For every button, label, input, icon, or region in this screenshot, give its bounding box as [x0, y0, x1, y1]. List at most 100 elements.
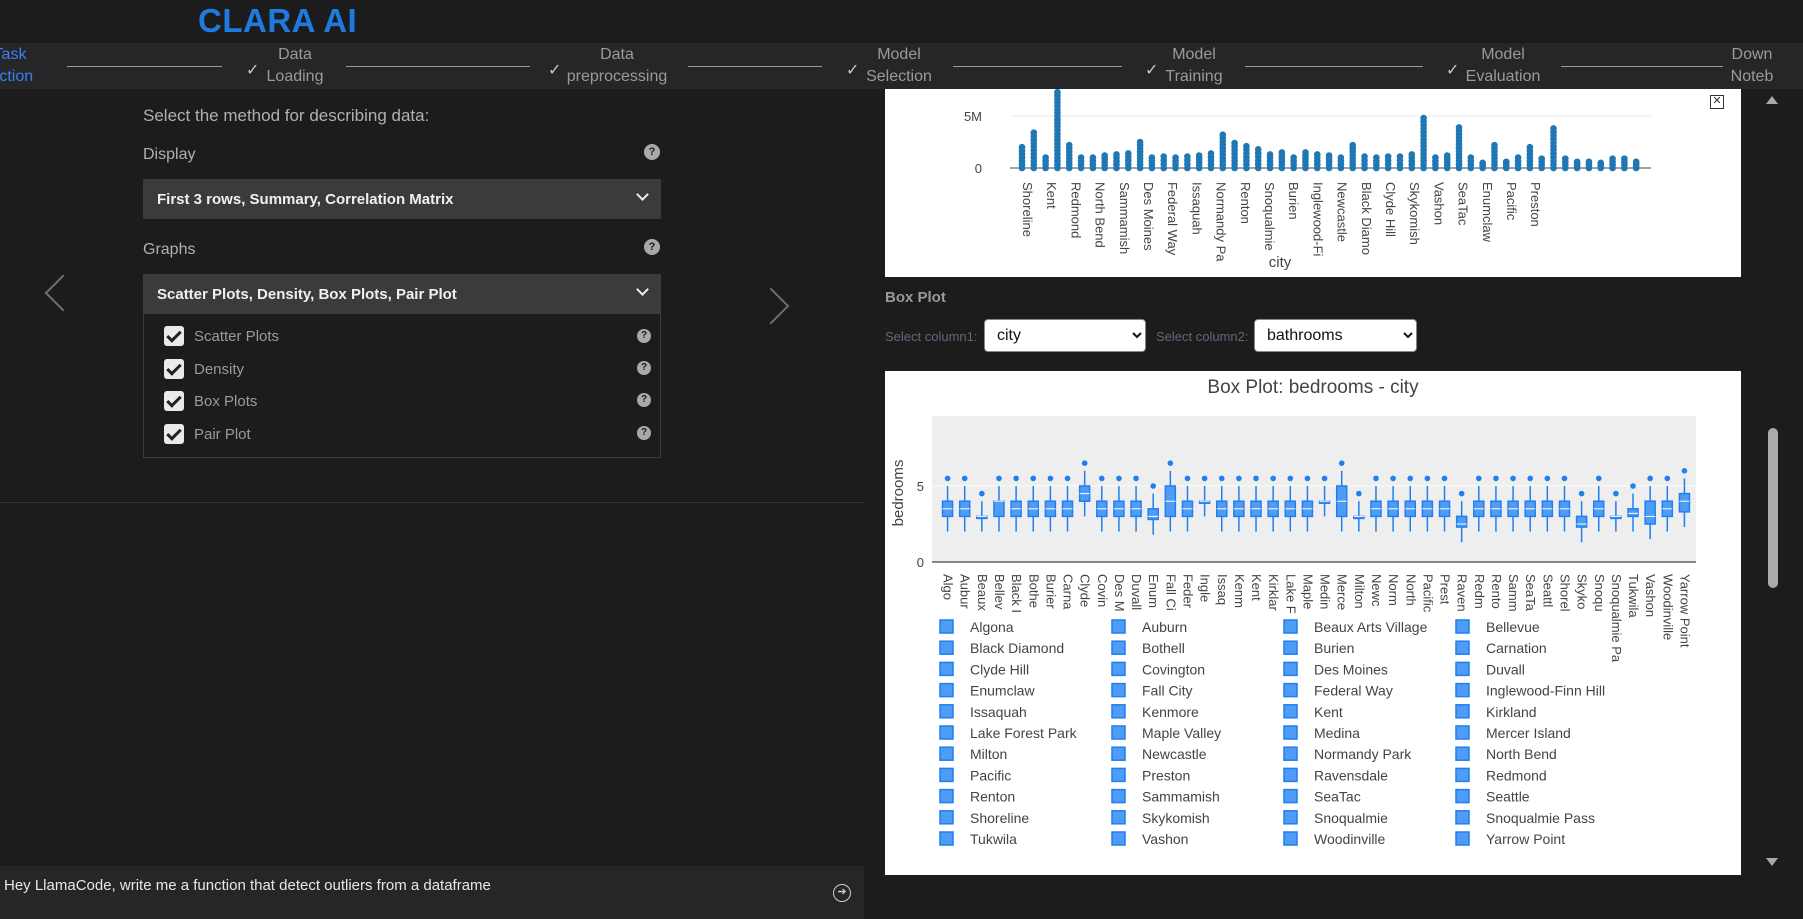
x-tick-label: Snoqualmie: [1262, 182, 1277, 251]
display-dropdown[interactable]: First 3 rows, Summary, Correlation Matri…: [143, 179, 661, 219]
legend-item: Issaquah: [970, 704, 1027, 720]
step-model-evaluation[interactable]: Model Evaluation: [1453, 43, 1553, 89]
legend-swatch: [1111, 661, 1126, 677]
option-box-plots[interactable]: Box Plots: [164, 391, 257, 411]
outlier-point: [1544, 475, 1551, 482]
scatter-point: [1455, 124, 1463, 131]
pair-plot-checkbox[interactable]: [164, 424, 184, 444]
step-model-selection[interactable]: Model Selection: [849, 43, 949, 89]
scatter-point: [1243, 142, 1250, 150]
scatter-point: [1195, 152, 1203, 159]
select-column1-label: Select column1:: [885, 329, 978, 344]
scatter-point: [1526, 143, 1534, 151]
close-icon[interactable]: ✕: [1710, 95, 1724, 109]
step-data-loading[interactable]: Data Loading: [245, 43, 345, 89]
x-tick-label: Newc: [1369, 574, 1384, 607]
x-tick-label: Seattl: [1540, 574, 1555, 607]
chat-input[interactable]: [0, 866, 820, 904]
scatter-point: [1420, 114, 1427, 122]
x-axis-label: city: [1269, 254, 1292, 271]
outlier-point: [1390, 475, 1396, 482]
density-help-icon[interactable]: ?: [637, 361, 651, 375]
legend-swatch: [939, 831, 954, 846]
scroll-up-icon[interactable]: [1766, 96, 1778, 104]
outlier-point: [1441, 475, 1448, 482]
step-task-selection[interactable]: Task lection: [0, 43, 60, 89]
outlier-point: [1664, 475, 1671, 482]
boxplots-help-icon[interactable]: ?: [637, 393, 651, 407]
outlier-point: [1527, 475, 1534, 482]
outlier-point: [1321, 475, 1328, 482]
step-label: Task lection: [0, 46, 34, 85]
legend-item: North Bend: [1486, 746, 1557, 762]
x-tick-label: Sammamish: [1117, 182, 1132, 254]
legend-swatch: [1455, 704, 1470, 719]
legend-swatch: [1111, 746, 1126, 761]
option-pair-plot[interactable]: Pair Plot: [164, 424, 251, 444]
scatter-point: [1443, 152, 1451, 159]
legend-swatch: [1111, 767, 1126, 783]
scatter-help-icon[interactable]: ?: [637, 329, 651, 343]
outlier-point: [1373, 475, 1379, 482]
x-tick-label: Redmond: [1068, 182, 1083, 238]
step-label: Data Loading: [266, 46, 324, 85]
legend-item: Newcastle: [1142, 746, 1207, 762]
legend-item: Seattle: [1486, 789, 1530, 805]
display-help-icon[interactable]: ?: [644, 144, 660, 160]
legend-item: Normandy Park: [1314, 746, 1412, 762]
scatter-point: [1573, 158, 1581, 166]
column1-select[interactable]: city: [984, 319, 1146, 352]
x-tick-label: Carna: [1061, 574, 1076, 610]
option-density[interactable]: Density: [164, 359, 244, 379]
outlier-point: [1184, 475, 1191, 482]
step-connector: [67, 66, 222, 67]
scrollbar-thumb[interactable]: [1768, 428, 1778, 588]
scatter-point: [1502, 158, 1510, 166]
step-model-training[interactable]: Model Training: [1144, 43, 1244, 89]
scatter-plots-checkbox[interactable]: [164, 326, 184, 346]
option-scatter-plots[interactable]: Scatter Plots: [164, 326, 279, 346]
legend-swatch: [1283, 767, 1298, 783]
outlier-point: [1098, 475, 1105, 482]
x-tick-label: Shorel: [1557, 574, 1572, 612]
legend-swatch: [1455, 831, 1470, 846]
scatter-chart: 0 5M Shoreline Kent Redmond North Bend Sammami…: [964, 88, 1651, 271]
graphs-help-icon[interactable]: ?: [644, 239, 660, 255]
x-tick-label: Newcastle: [1335, 182, 1350, 242]
box: [1678, 492, 1691, 513]
scatter-point: [1597, 159, 1605, 167]
column2-select[interactable]: bathrooms: [1254, 319, 1417, 352]
box: [993, 500, 1005, 518]
legend-swatch: [1283, 661, 1298, 677]
graph-options-list: Scatter Plots Density Box Plots Pair Plo…: [143, 314, 661, 458]
x-tick-label: Skykomish: [1407, 182, 1422, 245]
graphs-dropdown[interactable]: Scatter Plots, Density, Box Plots, Pair …: [143, 274, 661, 314]
box-plots-checkbox[interactable]: [164, 391, 184, 411]
outlier-point: [961, 475, 968, 482]
density-checkbox[interactable]: [164, 359, 184, 379]
legend-swatch: [1111, 682, 1126, 698]
method-heading: Select the method for describing data:: [143, 106, 430, 125]
scatter-point: [1467, 154, 1475, 161]
scroll-down-icon[interactable]: [1766, 858, 1778, 866]
outlier-point: [1647, 475, 1653, 482]
step-label: Model Training: [1165, 46, 1223, 85]
outlier-point: [1253, 475, 1259, 482]
outlier-point: [1458, 490, 1465, 497]
step-label: Model Selection: [866, 46, 932, 85]
legend-item: Inglewood-Finn Hill: [1486, 683, 1605, 699]
pairplot-help-icon[interactable]: ?: [637, 426, 651, 440]
legend-swatch: [939, 704, 954, 719]
scatter-point: [1219, 131, 1227, 139]
outlier-point: [996, 475, 1002, 482]
legend-swatch: [1111, 640, 1126, 655]
outlier-point: [1630, 483, 1636, 489]
step-data-preprocessing[interactable]: Data preprocessing: [567, 43, 668, 89]
send-icon[interactable]: ➔: [833, 884, 851, 902]
x-tick-label: Black I: [1009, 574, 1024, 613]
scatter-point: [1562, 155, 1569, 162]
scatter-point: [1207, 150, 1215, 157]
x-tick-label: Kirklar: [1266, 574, 1281, 612]
legend-swatch: [1111, 788, 1126, 804]
legend-item: Kenmore: [1142, 704, 1199, 720]
